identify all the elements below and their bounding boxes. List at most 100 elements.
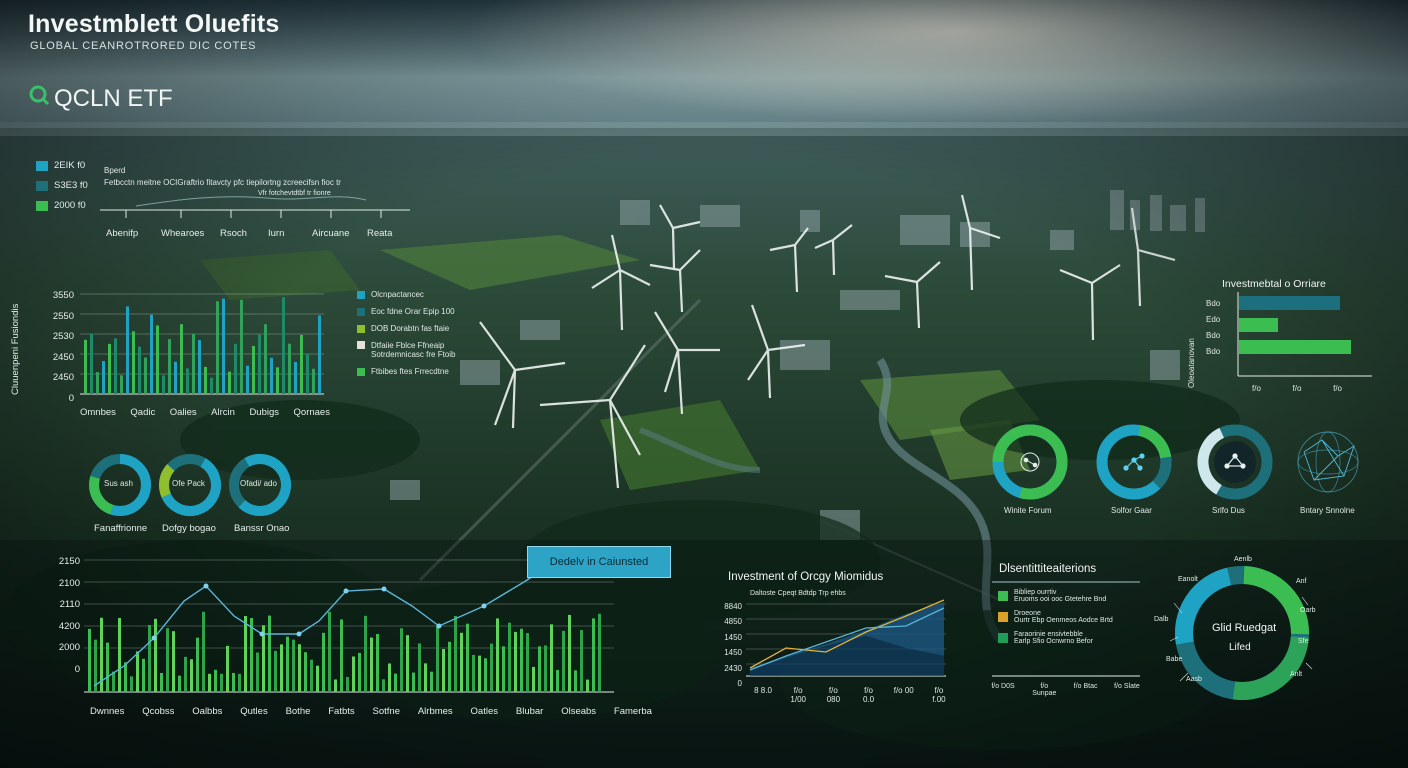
chart-bar [144, 357, 147, 394]
chart-bar [270, 357, 273, 394]
big-donut-callout: Anlt [1290, 671, 1303, 678]
chart-bar [538, 646, 541, 692]
distribution-title: Dlsentittiteaiterions [999, 563, 1097, 575]
x-tick: f/o [1252, 384, 1261, 393]
chart-bar [130, 676, 133, 692]
big-donut-callout: Dalb [1154, 616, 1169, 623]
chart-bar [520, 628, 523, 692]
x-tick: Qcobss [142, 706, 175, 717]
x-tick: f/o 00 [893, 686, 914, 695]
y-tick: Bdo [1206, 299, 1221, 308]
y-tick: 2100 [58, 577, 80, 589]
top-note: Fetbcctn meitne OCIGraftrio fitavcty pfc… [104, 178, 341, 187]
donut-label: Dofgy bogao [162, 523, 216, 534]
chart-bar [132, 331, 135, 394]
y-tick: 2150 [58, 556, 80, 567]
chart-bar [232, 672, 235, 692]
y-tick: Bdo [1206, 331, 1221, 340]
donut-label: Solfor Gaar [1111, 506, 1152, 515]
donut-label: Banssr Onao [234, 523, 290, 534]
chart-bar [208, 673, 211, 692]
y-tick: 0 [737, 679, 742, 689]
area-chart-title: Investment of Orcgy Miomidus [728, 571, 884, 583]
x-tick: f/o [1333, 384, 1342, 393]
x-tick: Alrbmes [417, 706, 453, 717]
chart-bar [466, 623, 469, 692]
x-tick: f/o Slate [1114, 683, 1140, 690]
chart-bar [568, 614, 571, 692]
x-tick: f/o 080 [826, 686, 841, 704]
donut-label: Winite Forum [1004, 506, 1052, 515]
chart-bar [154, 618, 157, 692]
right-bar-ylabel: Oleoatanovan [1187, 338, 1196, 388]
chart-bar [252, 345, 255, 394]
chart-bar [196, 637, 199, 692]
page-subtitle: GLOBAL CEANROTRORED DIC COTES [30, 40, 257, 52]
x-tick: Oatles [470, 706, 499, 717]
x-tick: f/o D0S [991, 683, 1015, 690]
chart-bar [150, 314, 153, 394]
chart-bar [114, 338, 117, 394]
chart-bar [190, 659, 193, 692]
chart-bar [204, 366, 207, 394]
chart-bar [490, 643, 493, 692]
chart-bar [168, 339, 171, 394]
chart-bar [184, 656, 187, 692]
chart-bar [388, 663, 391, 692]
x-tick: Alrcin [211, 407, 235, 418]
chart-bar [172, 631, 175, 692]
dashboard-callout-button[interactable]: Dedelv in Caiunsted [527, 546, 671, 578]
y-tick: 2450 [52, 351, 74, 363]
chart-bar [300, 334, 303, 394]
chart-bar [318, 315, 321, 394]
legend-item: Droeone Ourtr Ebp Oenmeos Aodce Brtd [998, 610, 1113, 624]
y-tick: Edo [1206, 315, 1221, 324]
big-donut-center-sublabel: Lifed [1229, 642, 1251, 653]
chart-bar [286, 636, 289, 692]
chart-bar [454, 615, 457, 692]
chart-bar [352, 656, 355, 692]
y-tick: 1450 [724, 648, 742, 658]
chart-bar [376, 634, 379, 692]
chart-bar [316, 665, 319, 692]
chart-bar [382, 679, 385, 692]
chart-bar [556, 669, 559, 692]
legend-item: 2EIK f0 [36, 160, 88, 171]
x-tick: 8 8.0 [754, 686, 772, 695]
chart-bar [148, 624, 151, 692]
chart-bar [84, 339, 87, 394]
x-tick: Oalies [169, 407, 197, 418]
chart-bar [282, 297, 285, 394]
y-tick: 8840 [724, 602, 742, 611]
legend-item: DOB Dorabtn fas ftaie [357, 324, 467, 333]
chart-bar [124, 662, 127, 692]
chart-bar [226, 645, 229, 692]
donut-label: Fanaffrionne [94, 523, 148, 534]
chart-bar [234, 343, 237, 394]
chart-bar [312, 368, 315, 394]
big-donut-callout: Eanolt [1178, 576, 1198, 583]
donut-label: Srlfo Dus [1212, 506, 1245, 515]
chart-bar [174, 361, 177, 394]
donut-chart [1096, 424, 1172, 500]
top-mini-axis [100, 196, 410, 218]
x-tick: Omnbes [80, 407, 116, 418]
chart-bar [496, 618, 499, 692]
x-tick: f/o 0.0 [863, 686, 875, 704]
chart-bar [126, 306, 129, 394]
chart-bar [238, 673, 241, 692]
right-bar-chart [1237, 292, 1372, 377]
ticker-heading: QCLN ETF [28, 84, 173, 113]
chart-bar [334, 679, 337, 692]
area-chart [746, 599, 946, 677]
chart-bar [106, 642, 109, 692]
chart-bar [244, 616, 247, 692]
chart-bar [502, 646, 505, 692]
legend-swatch [357, 290, 365, 299]
big-donut-callout: Sfe [1298, 638, 1309, 645]
x-tick: Oalbbs [192, 706, 223, 717]
y-tick: 0 [74, 663, 80, 675]
chart-bar [544, 645, 547, 692]
chart-bar [406, 635, 409, 692]
bar-chart-1 [80, 293, 324, 395]
